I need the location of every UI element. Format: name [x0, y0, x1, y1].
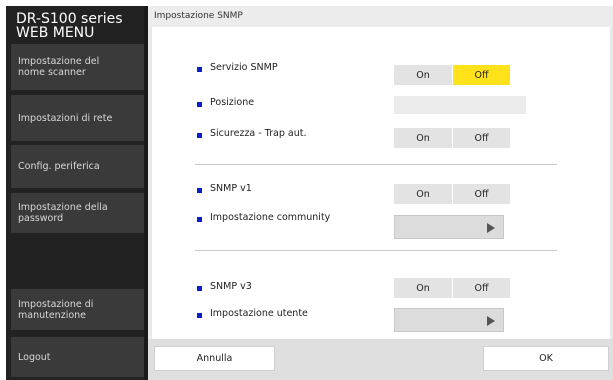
- security-trap-toggle: On Off: [394, 128, 510, 148]
- brand-line-2: WEB MENU: [16, 25, 95, 41]
- sidebar: DR-S100 series WEB MENU Impostazione del…: [6, 6, 144, 380]
- snmp-v1-toggle: On Off: [394, 184, 510, 204]
- bullet-icon: [197, 286, 202, 291]
- position-input[interactable]: [394, 96, 526, 114]
- page-title: Impostazione SNMP: [148, 6, 613, 27]
- community-setting-label: Impostazione community: [210, 212, 331, 223]
- sidebar-item-device-config[interactable]: Config. periferica: [11, 145, 144, 188]
- sidebar-item-scanner-name[interactable]: Impostazione del nome scanner: [11, 44, 144, 90]
- security-trap-off-button[interactable]: Off: [452, 128, 510, 148]
- sidebar-item-password[interactable]: Impostazione della password: [11, 193, 144, 233]
- sidebar-item-label: Logout: [18, 351, 51, 363]
- snmp-service-label: Servizio SNMP: [210, 62, 278, 73]
- sidebar-item-label: manutenzione: [18, 309, 87, 321]
- snmp-v3-off-button[interactable]: Off: [452, 278, 510, 298]
- snmp-v3-label: SNMP v3: [210, 281, 252, 292]
- bullet-icon: [197, 133, 202, 138]
- community-setting-button[interactable]: [394, 215, 504, 239]
- sidebar-item-label: Impostazione del: [18, 56, 100, 67]
- app-frame: DR-S100 series WEB MENU Impostazione del…: [6, 6, 613, 380]
- snmp-service-on-button[interactable]: On: [394, 65, 452, 85]
- divider: [195, 164, 557, 165]
- bullet-icon: [197, 67, 202, 72]
- sidebar-item-label: password: [18, 213, 64, 224]
- security-trap-label: Sicurezza - Trap aut.: [210, 128, 307, 139]
- bullet-icon: [197, 217, 202, 222]
- play-arrow-icon: [487, 223, 495, 233]
- snmp-service-off-button[interactable]: Off: [452, 65, 510, 85]
- snmp-v1-on-button[interactable]: On: [394, 184, 452, 204]
- sidebar-item-label: nome scanner: [18, 67, 86, 78]
- sidebar-item-maintenance[interactable]: Impostazione di manutenzione: [11, 289, 144, 330]
- bullet-icon: [197, 102, 202, 107]
- user-setting-button[interactable]: [394, 308, 504, 332]
- play-arrow-icon: [487, 316, 495, 326]
- snmp-service-toggle: On Off: [394, 65, 510, 85]
- cancel-button[interactable]: Annulla: [154, 346, 275, 371]
- bullet-icon: [197, 313, 202, 318]
- settings-panel: Servizio SNMP On Off Posizione Sicurezza…: [152, 27, 610, 339]
- sidebar-item-network[interactable]: Impostazioni di rete: [11, 95, 144, 141]
- position-label: Posizione: [210, 97, 255, 108]
- ok-button[interactable]: OK: [483, 346, 609, 371]
- snmp-v1-label: SNMP v1: [210, 183, 252, 194]
- sidebar-item-logout[interactable]: Logout: [11, 337, 144, 377]
- sidebar-item-label: Impostazione della: [18, 202, 108, 213]
- divider: [195, 250, 557, 251]
- sidebar-item-label: Config. periferica: [18, 161, 100, 172]
- snmp-v3-toggle: On Off: [394, 278, 510, 298]
- sidebar-item-label: Impostazioni di rete: [18, 112, 113, 124]
- brand-line-1: DR-S100 series: [16, 11, 123, 27]
- snmp-v1-off-button[interactable]: Off: [452, 184, 510, 204]
- bullet-icon: [197, 188, 202, 193]
- footer-bar: Annulla OK: [148, 339, 613, 380]
- user-setting-label: Impostazione utente: [210, 308, 308, 319]
- sidebar-item-label: Impostazione di: [18, 298, 94, 310]
- snmp-v3-on-button[interactable]: On: [394, 278, 452, 298]
- security-trap-on-button[interactable]: On: [394, 128, 452, 148]
- brand-title: DR-S100 series WEB MENU: [16, 12, 123, 40]
- main-content: Impostazione SNMP Servizio SNMP On Off P…: [148, 6, 613, 380]
